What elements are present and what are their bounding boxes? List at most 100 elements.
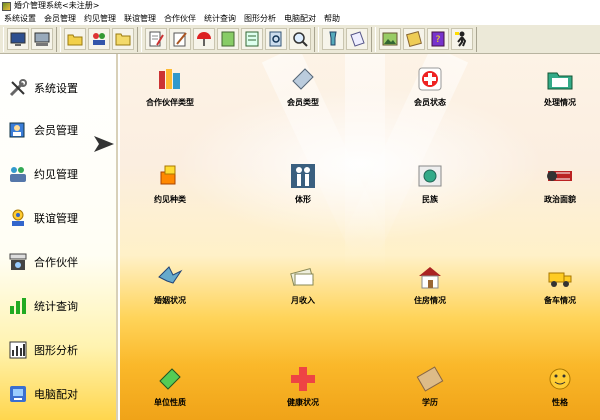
sidebar-item-label: 电脑配对 <box>34 388 78 401</box>
item-car-status[interactable]: 备车情况 <box>510 262 600 312</box>
notes-icon[interactable] <box>217 28 239 50</box>
menu-meeting-management[interactable]: 约见管理 <box>80 12 120 25</box>
menu-member-management[interactable]: 会员管理 <box>40 12 80 25</box>
item-member-type[interactable]: 会员类型 <box>253 64 353 114</box>
sidebar-item-label: 系统设置 <box>34 82 78 95</box>
item-body-shape[interactable]: 体形 <box>253 161 353 211</box>
folder-open-icon[interactable] <box>64 28 86 50</box>
puzzle-icon <box>155 161 185 191</box>
chart-analysis-icon <box>8 340 28 360</box>
item-handling-status[interactable]: 处理情况 <box>510 64 600 114</box>
toolbar-group-4 <box>318 26 372 52</box>
item-label: 政治面貌 <box>544 195 576 204</box>
item-marital-status[interactable]: 婚姻状况 <box>120 262 220 312</box>
item-company-type[interactable]: 单位性质 <box>120 364 220 414</box>
menu-partners[interactable]: 合作伙伴 <box>160 12 200 25</box>
main-panel: 合作伙伴类型 会员类型 会员状态 处理情况 约见种类 体形 民族 政治面貌 婚姻… <box>120 54 600 420</box>
sidebar-item-computer-match[interactable]: 电脑配对 <box>8 382 78 406</box>
menu-computer-match[interactable]: 电脑配对 <box>280 12 320 25</box>
folder-icon[interactable] <box>112 28 134 50</box>
building-icon <box>155 364 185 394</box>
item-label: 备车情况 <box>544 296 576 305</box>
item-label: 合作伙伴类型 <box>146 98 194 107</box>
item-label: 婚姻状况 <box>154 296 186 305</box>
menu-statistics[interactable]: 统计查询 <box>200 12 240 25</box>
selection-arrow-icon <box>94 136 114 152</box>
sidebar-item-label: 约见管理 <box>34 168 78 181</box>
item-ethnicity[interactable]: 民族 <box>380 161 480 211</box>
sidebar-item-system-settings[interactable]: 系统设置 <box>8 76 78 100</box>
first-aid-icon <box>415 64 445 94</box>
exit-person-icon[interactable] <box>451 28 473 50</box>
item-label: 性格 <box>552 398 568 407</box>
note-paper-icon[interactable] <box>346 28 368 50</box>
item-education[interactable]: 学历 <box>380 364 480 414</box>
folder-plus-icon <box>545 64 575 94</box>
menu-system-settings[interactable]: 系统设置 <box>0 12 40 25</box>
picture-frame-icon[interactable] <box>379 28 401 50</box>
item-label: 健康状况 <box>287 398 319 407</box>
sidebar-item-statistics[interactable]: 统计查询 <box>8 294 78 318</box>
sidebar-item-label: 图形分析 <box>34 344 78 357</box>
people-figure-icon <box>288 161 318 191</box>
item-health-status[interactable]: 健康状况 <box>253 364 353 414</box>
sidebar-item-partners[interactable]: 合作伙伴 <box>8 250 78 274</box>
document-pen-icon[interactable] <box>145 28 167 50</box>
sidebar-item-label: 会员管理 <box>34 124 78 137</box>
money-icon <box>288 262 318 292</box>
item-housing-status[interactable]: 住房情况 <box>380 262 480 312</box>
menu-help[interactable]: 帮助 <box>320 12 344 25</box>
bird-icon <box>155 262 185 292</box>
item-monthly-income[interactable]: 月收入 <box>253 262 353 312</box>
item-political-status[interactable]: 政治面貌 <box>510 161 600 211</box>
item-meeting-type[interactable]: 约见种类 <box>120 161 220 211</box>
help-book-icon[interactable]: ? <box>427 28 449 50</box>
window-title: 婚介管理系统<未注册> <box>14 1 100 10</box>
party-icon <box>8 208 28 228</box>
menu-chart-analysis[interactable]: 图形分析 <box>240 12 280 25</box>
truck-icon <box>545 262 575 292</box>
sidebar-item-party-management[interactable]: 联谊管理 <box>8 206 78 230</box>
item-label: 学历 <box>422 398 438 407</box>
partner-icon <box>8 252 28 272</box>
umbrella-icon[interactable] <box>193 28 215 50</box>
film-roll-icon <box>545 161 575 191</box>
toolbar-group-2 <box>60 26 138 52</box>
item-label: 体形 <box>295 195 311 204</box>
item-personality[interactable]: 性格 <box>510 364 600 414</box>
toolbar: ? <box>0 25 600 54</box>
menu-bar: 系统设置 会员管理 约见管理 联谊管理 合作伙伴 统计查询 图形分析 电脑配对 … <box>0 12 600 25</box>
sidebar-item-member-management[interactable]: 会员管理 <box>8 118 78 142</box>
pen-write-icon[interactable] <box>169 28 191 50</box>
display-icon[interactable] <box>31 28 53 50</box>
statistics-icon <box>8 296 28 316</box>
item-label: 民族 <box>422 195 438 204</box>
people-icon[interactable] <box>88 28 110 50</box>
books-icon <box>155 64 185 94</box>
book-icon[interactable] <box>403 28 425 50</box>
item-member-status[interactable]: 会员状态 <box>380 64 480 114</box>
title-bar: 婚介管理系统<未注册> <box>0 0 600 12</box>
item-partner-type[interactable]: 合作伙伴类型 <box>120 64 220 114</box>
toolbar-group-1 <box>3 26 57 52</box>
magnifier-icon[interactable] <box>289 28 311 50</box>
notebook-icon[interactable] <box>241 28 263 50</box>
monitor-icon[interactable] <box>7 28 29 50</box>
smiley-thumb-icon <box>545 364 575 394</box>
menu-party-management[interactable]: 联谊管理 <box>120 12 160 25</box>
globe-folder-icon <box>415 161 445 191</box>
item-label: 处理情况 <box>544 98 576 107</box>
sidebar-item-label: 联谊管理 <box>34 212 78 225</box>
sidebar-item-meeting-management[interactable]: 约见管理 <box>8 162 78 186</box>
sidebar: 系统设置 会员管理 约见管理 联谊管理 合作伙伴 统计查询 图形分析 电脑配对 <box>0 54 118 420</box>
flashlight-icon[interactable] <box>322 28 344 50</box>
computer-match-icon <box>8 384 28 404</box>
sidebar-item-label: 合作伙伴 <box>34 256 78 269</box>
app-icon <box>2 1 11 11</box>
search-doc-icon[interactable] <box>265 28 287 50</box>
sidebar-item-chart-analysis[interactable]: 图形分析 <box>8 338 78 362</box>
sidebar-item-label: 统计查询 <box>34 300 78 313</box>
svg-text:?: ? <box>436 35 441 45</box>
red-cross-icon <box>288 364 318 394</box>
item-label: 月收入 <box>291 296 315 305</box>
